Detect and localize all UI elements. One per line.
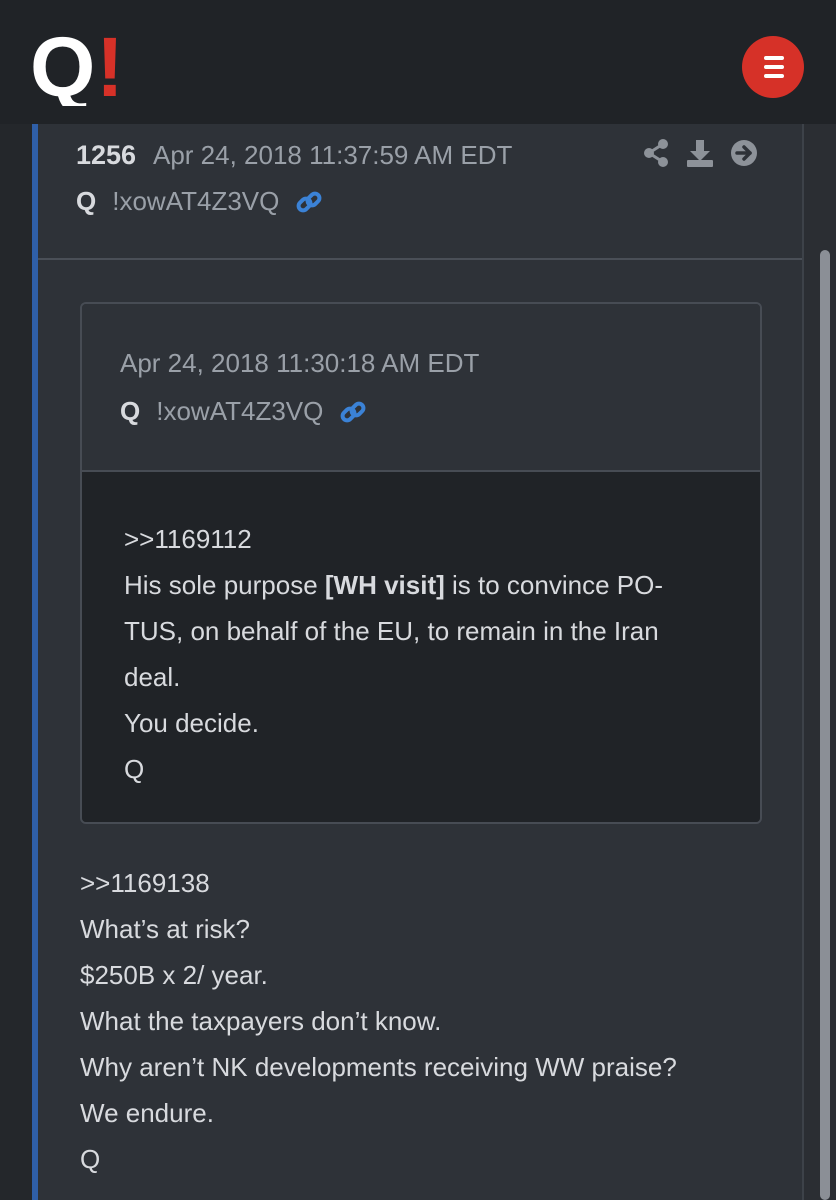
quoted-post-ref[interactable]: >>1169112 [124,516,724,562]
post-line: Why aren’t NK developments receiving WW … [80,1052,677,1082]
post-actions [642,138,758,168]
quoted-post-line: deal. [124,662,181,692]
post-number[interactable]: 1256 [76,140,136,171]
quoted-post-header: Apr 24, 2018 11:30:18 AM EDT Q !xowAT4Z3… [82,304,760,472]
post-header: 1256 Apr 24, 2018 11:37:59 AM EDT Q !xow… [38,124,802,260]
post-line: Q [80,1144,101,1174]
post-card: 1256 Apr 24, 2018 11:37:59 AM EDT Q !xow… [38,124,804,1200]
post-body: >>1169138 What’s at risk? $250B x 2/ yea… [80,860,780,1182]
logo-letter: Q [30,30,95,106]
share-icon[interactable] [642,138,670,168]
quoted-post: Apr 24, 2018 11:30:18 AM EDT Q !xowAT4Z3… [80,302,762,824]
quoted-post-line-pre: His sole purpose [124,570,325,600]
post-author-line: Q !xowAT4Z3VQ [76,186,323,217]
menu-button[interactable] [742,36,804,98]
quoted-post-line: TUS, on behalf of the EU, to remain in t… [124,616,659,646]
post-line: $250B x 2/ year. [80,960,268,990]
hamburger-icon-line [764,74,784,78]
hamburger-icon [764,56,784,60]
post-line: What’s at risk? [80,914,251,944]
hamburger-icon-line [764,65,784,69]
arrow-right-circle-icon[interactable] [730,138,758,168]
quoted-post-author: Q [120,396,141,426]
quoted-post-line: His sole purpose [WH visit] is to convin… [124,562,724,608]
post-tripcode: !xowAT4Z3VQ [112,186,280,216]
link-icon[interactable] [339,398,367,426]
top-bar: Q ! [0,0,836,124]
left-gutter [0,124,32,1200]
post-author: Q [76,186,97,216]
quoted-post-line-post: is to convince PO- [444,570,663,600]
quoted-post-line-bold: [WH visit] [324,570,445,600]
post-ref[interactable]: >>1169138 [80,860,780,906]
download-icon[interactable] [686,138,714,168]
link-icon[interactable] [295,188,323,216]
post-date: Apr 24, 2018 11:37:59 AM EDT [153,140,513,170]
q-logo[interactable]: Q ! [30,30,140,106]
quoted-post-text: >>1169112 His sole purpose [WH visit] is… [124,516,724,792]
scrollbar[interactable] [820,250,830,1200]
post-line: What the taxpayers don’t know. [80,1006,442,1036]
quoted-post-date: Apr 24, 2018 11:30:18 AM EDT [120,348,480,378]
quoted-post-tripcode: !xowAT4Z3VQ [156,396,324,426]
quoted-post-author-line: Q !xowAT4Z3VQ [120,396,367,427]
logo-mark: ! [96,30,124,106]
quoted-post-line: Q [124,754,145,784]
quoted-post-line: You decide. [124,708,259,738]
post-line: We endure. [80,1098,214,1128]
quoted-post-body: >>1169112 His sole purpose [WH visit] is… [82,472,760,822]
